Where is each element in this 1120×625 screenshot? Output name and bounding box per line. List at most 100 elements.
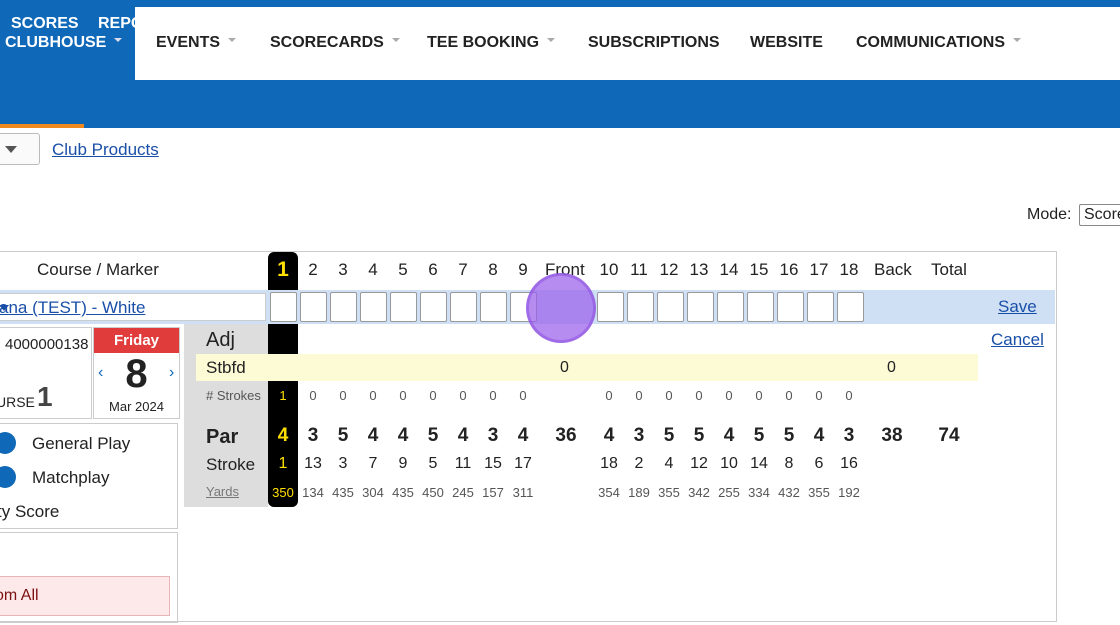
hole-header: 6 (428, 260, 438, 279)
stroke-index-cell: 6 (814, 455, 824, 472)
strokes-cell: 0 (755, 388, 763, 403)
yards-cell: 134 (302, 485, 324, 500)
hole-header-current: 1 (277, 258, 289, 281)
score-input-hole-11[interactable] (627, 292, 654, 322)
cursor-indicator (526, 273, 596, 343)
strokes-cell: 0 (429, 388, 437, 403)
hole-header: 3 (338, 260, 348, 279)
hole-header: 11 (630, 260, 648, 279)
chevron-down-icon (391, 37, 400, 42)
yards-cell: 350 (272, 485, 294, 500)
mode-select[interactable]: Score (1079, 204, 1120, 226)
back-header: Back (874, 260, 912, 279)
caret-down-icon (0, 305, 9, 311)
handicap-score-label[interactable]: ty Score (0, 502, 59, 522)
matchplay-label[interactable]: Matchplay (32, 468, 109, 488)
stroke-index-cell: 15 (484, 455, 502, 472)
par-cell: 3 (487, 425, 499, 446)
strokes-cell: 0 (489, 388, 497, 403)
stroke-index-cell: 1 (278, 455, 288, 472)
par-cell: 4 (457, 425, 469, 446)
score-input-hole-18[interactable] (837, 292, 864, 322)
score-input-hole-6[interactable] (420, 292, 447, 322)
score-input-hole-12[interactable] (657, 292, 684, 322)
nav-website-label: WEBSITE (750, 34, 823, 51)
date-prev-icon[interactable]: ‹ (98, 364, 103, 382)
par-cell: 5 (663, 425, 675, 446)
nav-tee-booking-label: TEE BOOKING (427, 34, 540, 51)
adj-label: Adj (206, 329, 235, 351)
subnav-reports[interactable]: REPORTS (98, 15, 175, 33)
nav-clubhouse[interactable]: CLUBHOUSE (5, 34, 123, 52)
hole-header: 9 (518, 260, 528, 279)
nav-website[interactable]: WEBSITE (750, 34, 823, 52)
nav-tee-booking[interactable]: TEE BOOKING (427, 34, 556, 52)
strokes-cell: 0 (815, 388, 823, 403)
subnav-settings[interactable]: SETTINGS (194, 15, 274, 33)
score-input-hole-13[interactable] (687, 292, 714, 322)
stroke-index-cell: 3 (338, 455, 348, 472)
yards-cell: 355 (808, 485, 830, 500)
chevron-down-icon (1013, 37, 1022, 42)
par-cell: 4 (277, 425, 289, 446)
marker-select[interactable]: ana (TEST) - White (0, 293, 266, 321)
par-cell: 3 (633, 425, 645, 446)
strokes-cell: 0 (845, 388, 853, 403)
nav-scorecards-label: SCORECARDS (270, 34, 384, 51)
score-input-hole-5[interactable] (390, 292, 417, 322)
par-cell: 4 (367, 425, 379, 446)
par-cell: 5 (427, 425, 439, 446)
score-input-hole-14[interactable] (717, 292, 744, 322)
nav-communications[interactable]: COMMUNICATIONS (856, 34, 1022, 52)
chevron-down-icon (228, 37, 237, 42)
stroke-index-cell: 13 (304, 455, 322, 472)
date-month-year: Mar 2024 (109, 399, 164, 414)
course-marker-heading: Course / Marker (37, 260, 159, 279)
club-products-link[interactable]: Club Products (52, 140, 159, 160)
date-next-icon[interactable]: › (169, 364, 174, 382)
cancel-link[interactable]: Cancel (991, 330, 1044, 350)
subnav-scores[interactable]: SCORES (11, 15, 79, 33)
stroke-index-cell: 14 (750, 455, 768, 472)
par-cell: 3 (843, 425, 855, 446)
par-cell: 4 (603, 425, 615, 446)
par-cell: 4 (813, 425, 825, 446)
stableford-row-bg (196, 354, 978, 381)
score-input-hole-15[interactable] (747, 292, 774, 322)
club-select-dropdown[interactable] (0, 133, 40, 165)
hole-header: 17 (809, 260, 829, 279)
yards-cell: 192 (838, 485, 860, 500)
general-play-label[interactable]: General Play (32, 434, 130, 454)
score-input-hole-2[interactable] (300, 292, 327, 322)
stroke-index-cell: 7 (368, 455, 378, 472)
stbfd-front-total: 0 (560, 359, 569, 376)
stroke-index-cell: 16 (840, 455, 858, 472)
yards-link[interactable]: Yards (206, 484, 239, 499)
nav-scorecards[interactable]: SCORECARDS (270, 34, 400, 52)
stroke-index-cell: 5 (428, 455, 438, 472)
caret-down-icon (5, 146, 17, 153)
chevron-down-icon (114, 37, 123, 42)
clear-all-button[interactable]: om All (0, 576, 170, 616)
par-cell: 5 (693, 425, 705, 446)
score-input-hole-17[interactable] (807, 292, 834, 322)
score-input-hole-16[interactable] (777, 292, 804, 322)
stroke-index-cell: 4 (664, 455, 674, 472)
par-cell: 4 (517, 425, 529, 446)
score-input-hole-1[interactable] (270, 292, 297, 322)
save-link[interactable]: Save (998, 297, 1037, 317)
strokes-cell: 0 (635, 388, 643, 403)
par-cell: 5 (783, 425, 795, 446)
score-input-hole-8[interactable] (480, 292, 507, 322)
score-input-hole-10[interactable] (597, 292, 624, 322)
score-input-hole-3[interactable] (330, 292, 357, 322)
yards-cell: 245 (452, 485, 474, 500)
nav-events[interactable]: EVENTS (156, 34, 237, 52)
stroke-index-cell: 8 (784, 455, 794, 472)
player-id: 4000000138 (5, 336, 89, 353)
stroke-index-cell: 17 (514, 455, 532, 472)
par-cell: 5 (753, 425, 765, 446)
score-input-hole-4[interactable] (360, 292, 387, 322)
nav-subscriptions[interactable]: SUBSCRIPTIONS (588, 34, 720, 52)
score-input-hole-7[interactable] (450, 292, 477, 322)
